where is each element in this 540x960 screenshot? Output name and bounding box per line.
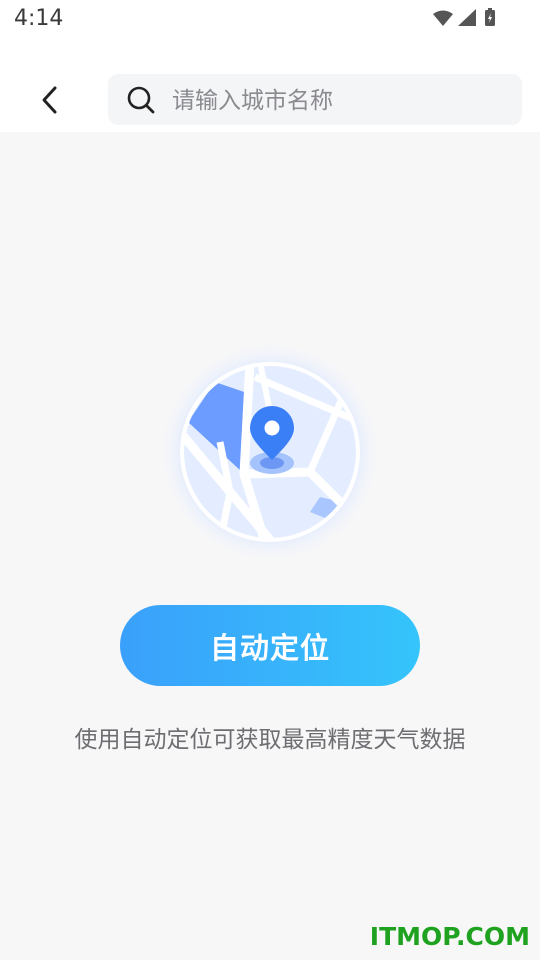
search-icon [127, 86, 155, 114]
search-box[interactable] [108, 74, 522, 127]
watermark: ITMOP.COM [369, 922, 530, 951]
status-time: 4:14 [14, 6, 64, 31]
auto-locate-button[interactable]: 自动定位 [120, 605, 420, 686]
header [0, 40, 540, 132]
signal-icon [458, 9, 476, 26]
status-bar: 4:14 [0, 0, 540, 40]
map-location-icon [162, 344, 378, 560]
hint-text: 使用自动定位可获取最高精度天气数据 [74, 727, 466, 753]
status-icons [433, 8, 495, 26]
battery-icon [485, 8, 495, 26]
search-input[interactable] [170, 74, 514, 127]
back-button[interactable] [26, 76, 74, 124]
chevron-left-icon [42, 86, 57, 114]
wifi-icon [433, 10, 453, 26]
